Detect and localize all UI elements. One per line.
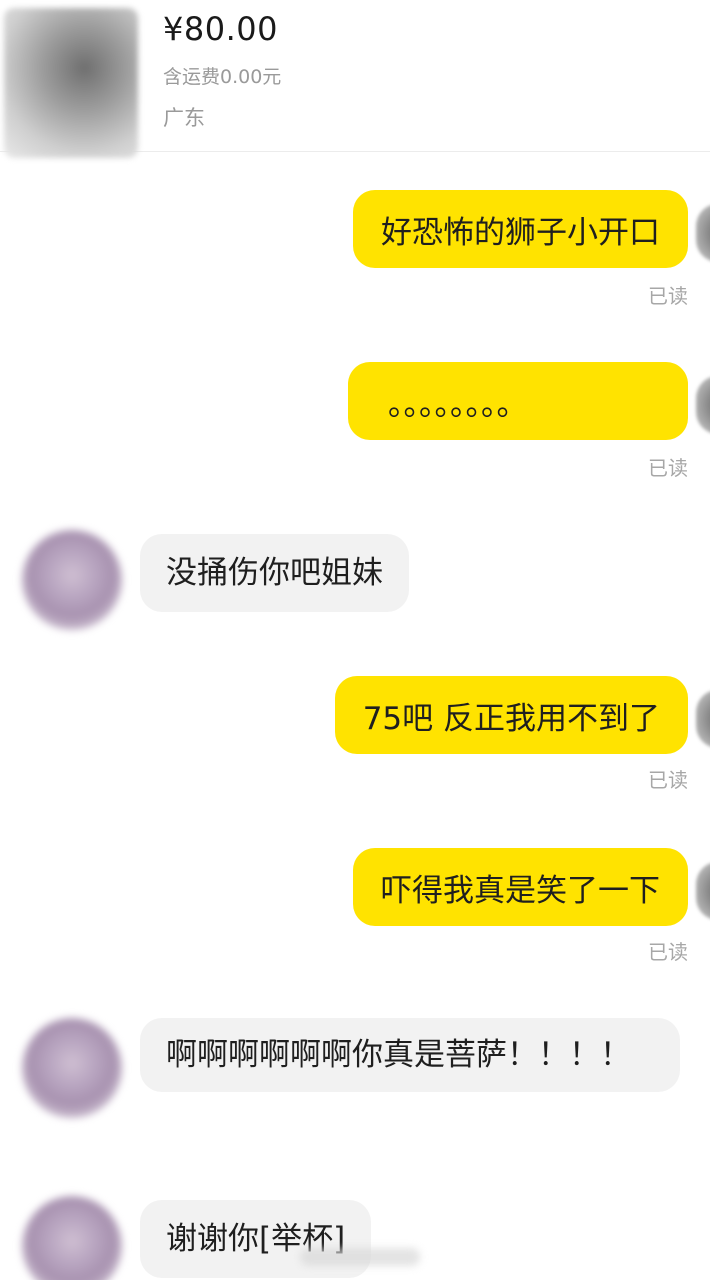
contact-avatar[interactable] — [22, 1018, 122, 1118]
product-header[interactable]: ¥80.00 含运费0.00元 广东 — [0, 0, 710, 158]
read-receipt: 已读 — [648, 284, 688, 308]
product-price: ¥80.00 — [163, 10, 278, 48]
read-receipt: 已读 — [648, 940, 688, 964]
message-text: 75吧 反正我用不到了 — [362, 700, 660, 737]
my-avatar[interactable] — [696, 204, 710, 262]
message-bubble-outgoing[interactable]: 吓得我真是笑了一下 — [353, 848, 688, 926]
message-text: 好恐怖的狮子小开口 — [381, 214, 660, 251]
message-text: 吓得我真是笑了一下 — [381, 872, 660, 909]
message-text: 啊啊啊啊啊啊你真是菩萨！！！！ — [166, 1037, 631, 1073]
message-text: 没捅伤你吧姐妹 — [166, 555, 383, 591]
seller-location: 广东 — [163, 106, 205, 130]
contact-avatar[interactable] — [22, 530, 122, 630]
message-bubble-outgoing[interactable]: 。。。。。。。。 — [348, 362, 688, 440]
my-avatar[interactable] — [696, 376, 710, 434]
product-thumbnail[interactable] — [4, 8, 138, 158]
message-bubble-incoming[interactable]: 啊啊啊啊啊啊你真是菩萨！！！！ — [140, 1018, 680, 1092]
message-bubble-outgoing[interactable]: 75吧 反正我用不到了 — [334, 676, 688, 754]
message-bubble-outgoing[interactable]: 好恐怖的狮子小开口 — [353, 190, 688, 268]
contact-avatar[interactable] — [22, 1196, 122, 1280]
my-avatar[interactable] — [696, 862, 710, 920]
message-bubble-incoming[interactable]: 没捅伤你吧姐妹 — [140, 534, 409, 612]
shipping-fee: 含运费0.00元 — [163, 66, 282, 88]
my-avatar[interactable] — [696, 690, 710, 748]
message-text: 。。。。。。。。 — [388, 386, 528, 423]
watermark — [300, 1248, 420, 1266]
read-receipt: 已读 — [648, 456, 688, 480]
read-receipt: 已读 — [648, 768, 688, 792]
message-bubble-incoming[interactable]: 谢谢你[举杯] — [140, 1200, 372, 1278]
